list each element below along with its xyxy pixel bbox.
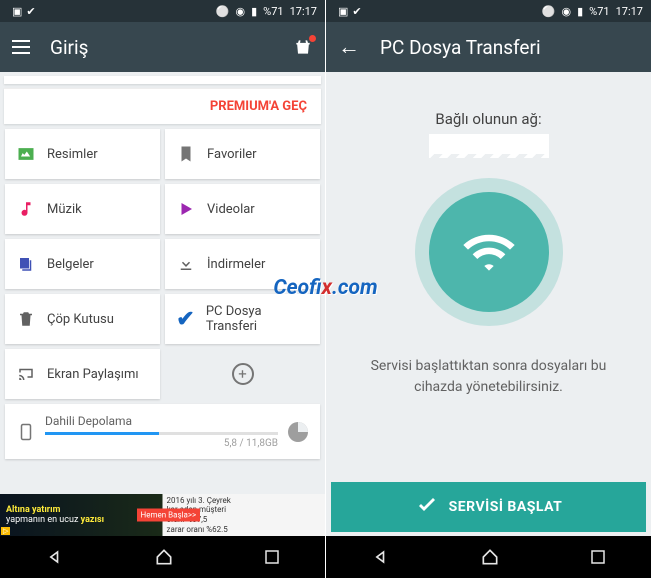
signal-icon: ▮	[251, 5, 257, 18]
app-bar: Giriş	[0, 22, 325, 72]
card-trash[interactable]: Çöp Kutusu	[5, 294, 160, 344]
card-label: Favoriler	[207, 147, 257, 162]
phone-left: ▣ ✔ ⚪ ◉ ▮ %71 17:17 Giriş PREMIUM'A GEÇ …	[0, 0, 325, 578]
start-label: SERVİSİ BAŞLAT	[449, 499, 563, 515]
card-images[interactable]: Resimler	[5, 129, 160, 179]
check-notif-icon: ✔	[26, 5, 35, 18]
download-icon	[175, 253, 197, 275]
pie-icon	[288, 422, 308, 442]
notification-icon: ▣	[338, 5, 348, 18]
time-text: 17:17	[290, 5, 317, 18]
wifi-icon	[461, 224, 517, 280]
card-favorites[interactable]: Favoriler	[165, 129, 320, 179]
storage-bar	[45, 432, 278, 435]
network-name-ribbon	[429, 134, 549, 154]
ad-cta[interactable]: Hemen Başla>>	[137, 509, 201, 522]
phone-right: ▣ ✔ ⚪ ◉ ▮ %71 17:17 ← PC Dosya Transferi…	[326, 0, 651, 578]
card-label: Belgeler	[47, 257, 94, 272]
app-bar: ← PC Dosya Transferi	[326, 22, 651, 72]
notification-icon: ▣	[12, 5, 22, 18]
premium-button[interactable]: PREMIUM'A GEÇ	[4, 88, 321, 124]
bookmark-icon	[175, 143, 197, 165]
card-videos[interactable]: Videolar	[165, 184, 320, 234]
time-text: 17:17	[616, 5, 643, 18]
card-label: Müzik	[47, 202, 82, 217]
trash-icon	[15, 308, 37, 330]
nav-home[interactable]	[480, 547, 500, 567]
wifi-icon: ◉	[562, 5, 572, 18]
music-icon	[15, 198, 37, 220]
bluetooth-icon: ⚪	[216, 5, 230, 18]
nav-back[interactable]	[371, 547, 391, 567]
battery-text: %71	[589, 5, 609, 18]
menu-button[interactable]	[12, 40, 30, 54]
wifi-indicator	[429, 192, 549, 312]
battery-text: %71	[263, 5, 283, 18]
nav-bar	[326, 536, 651, 578]
back-button[interactable]: ←	[338, 34, 360, 60]
wifi-icon: ◉	[236, 5, 246, 18]
start-service-button[interactable]: SERVİSİ BAŞLAT	[331, 482, 646, 532]
storage-card[interactable]: Dahili Depolama 5,8 / 11,8GB	[5, 404, 320, 459]
card-pc-transfer[interactable]: ✔ PC Dosya Transferi	[165, 294, 320, 344]
card-documents[interactable]: Belgeler	[5, 239, 160, 289]
page-title: Giriş	[50, 36, 88, 59]
card-label: Ekran Paylaşımı	[47, 367, 139, 382]
cast-icon	[15, 363, 37, 385]
content-area: Bağlı olunun ağ: Servisi başlattıktan so…	[326, 72, 651, 536]
image-icon	[15, 143, 37, 165]
card-label: Çöp Kutusu	[47, 312, 114, 327]
content-area: PREMIUM'A GEÇ Resimler Favoriler Müzik V…	[0, 72, 325, 536]
phone-icon	[17, 419, 35, 445]
add-button[interactable]: +	[165, 349, 320, 399]
check-icon: ✔	[175, 308, 196, 330]
nav-recent[interactable]	[589, 548, 607, 566]
bluetooth-icon: ⚪	[542, 5, 556, 18]
nav-recent[interactable]	[263, 548, 281, 566]
page-title: PC Dosya Transferi	[380, 36, 541, 59]
card-label: Resimler	[47, 147, 98, 162]
storage-label: Dahili Depolama	[45, 414, 278, 428]
card-music[interactable]: Müzik	[5, 184, 160, 234]
signal-icon: ▮	[577, 5, 583, 18]
play-icon	[175, 198, 197, 220]
nav-bar	[0, 536, 325, 578]
partial-card	[4, 76, 321, 84]
check-notif-icon: ✔	[352, 5, 361, 18]
nav-home[interactable]	[154, 547, 174, 567]
description-text: Servisi başlattıktan sonra dosyaları bu …	[326, 356, 651, 398]
status-bar: ▣ ✔ ⚪ ◉ ▮ %71 17:17	[0, 0, 325, 22]
check-icon	[415, 495, 439, 519]
status-bar: ▣ ✔ ⚪ ◉ ▮ %71 17:17	[326, 0, 651, 22]
cards-grid: Resimler Favoriler Müzik Videolar Belgel…	[0, 124, 325, 399]
cart-button[interactable]	[293, 37, 313, 57]
card-label: PC Dosya Transferi	[206, 304, 310, 334]
cart-badge	[309, 35, 316, 42]
nav-back[interactable]	[45, 547, 65, 567]
plus-icon: +	[232, 363, 254, 385]
storage-value: 5,8 / 11,8GB	[45, 438, 278, 449]
ad-badge: ▷	[1, 527, 10, 535]
ad-banner[interactable]: Altına yatırım yapmanın en ucuz yazısı H…	[0, 494, 325, 536]
card-label: Videolar	[207, 202, 255, 217]
network-label: Bağlı olunun ağ:	[435, 110, 541, 128]
document-icon	[15, 253, 37, 275]
card-screenshare[interactable]: Ekran Paylaşımı	[5, 349, 160, 399]
card-downloads[interactable]: İndirmeler	[165, 239, 320, 289]
card-label: İndirmeler	[207, 257, 265, 272]
